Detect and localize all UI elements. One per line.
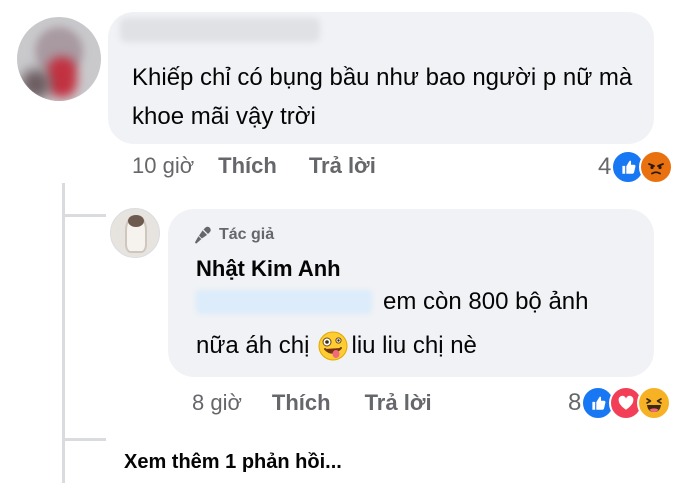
comment-actions: 10 giờ Thích Trả lời [132,153,376,179]
microphone-icon [195,226,211,244]
thread-connector [62,214,106,217]
author-avatar[interactable] [110,208,160,258]
reply-button[interactable]: Trả lời [309,153,376,179]
mention-redacted[interactable] [196,290,372,314]
reply-text-segment: liu liu chị nè [351,332,477,359]
reply-button[interactable]: Trả lời [365,390,432,416]
comment-text: Khiếp chỉ có bụng bầu như bao người p nữ… [132,64,633,130]
reply-text-line2: nữa áh chị liu liu chị nè [196,328,477,364]
reply-actions: 8 giờ Thích Trả lời [192,390,432,416]
reply-text-segment: nữa áh chị [196,332,310,359]
thread-connector [62,438,106,441]
zany-face-emoji [317,330,349,362]
like-button[interactable]: Thích [218,153,277,179]
view-more-replies-link[interactable]: Xem thêm 1 phản hồi... [124,451,342,474]
reply-time[interactable]: 8 giờ [192,390,242,416]
commenter-name-redacted[interactable] [120,18,320,42]
like-button[interactable]: Thích [272,390,331,416]
reaction-summary[interactable]: 8 [568,386,672,420]
reaction-count: 4 [598,153,612,180]
author-badge: Tác giả [193,225,274,245]
comment-time[interactable]: 10 giờ [132,153,194,179]
haha-icon [637,386,672,420]
angry-icon [639,150,674,184]
commenter-avatar[interactable] [17,17,101,101]
reply-text-line1: em còn 800 bộ ảnh [383,288,589,315]
reaction-count: 8 [568,389,582,416]
reaction-summary[interactable]: 4 [598,150,674,184]
author-name[interactable]: Nhật Kim Anh [196,256,341,282]
author-badge-label: Tác giả [219,226,275,243]
